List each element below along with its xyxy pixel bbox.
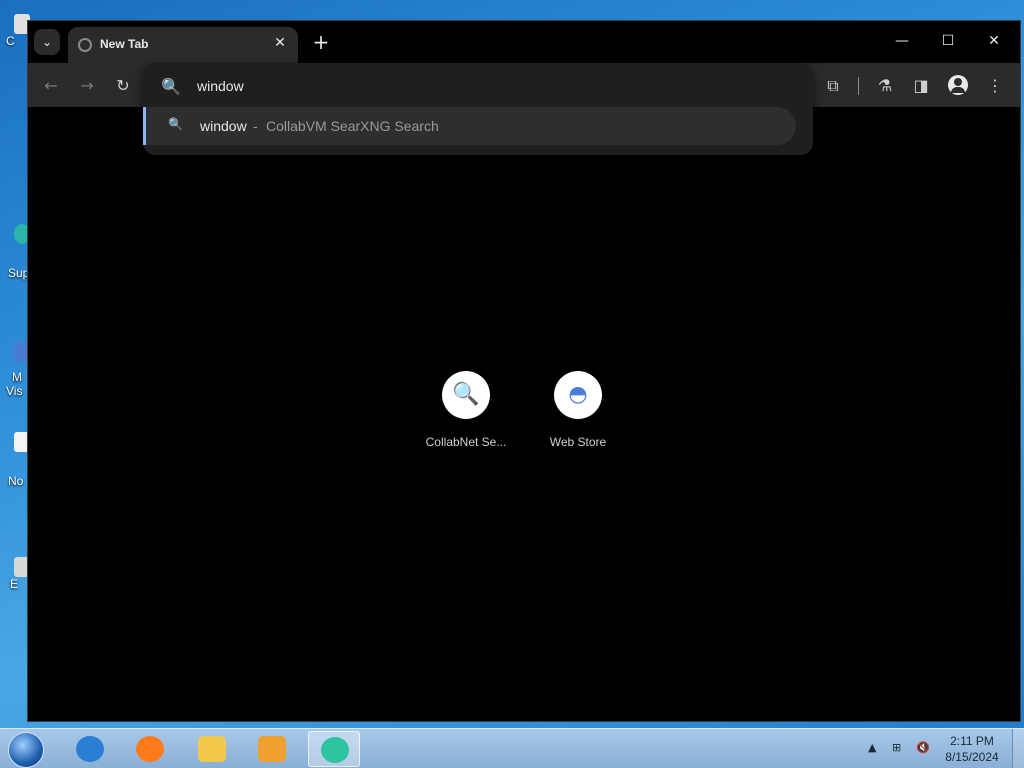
globe-icon [78,38,92,52]
desktop-icon-label: C [6,34,15,48]
shortcut-label: CollabNet Se... [425,435,507,449]
tab-new-tab[interactable]: New Tab ✕ [68,27,298,63]
browser-window: ⌄ New Tab ✕ + — ☐ ✕ ← → ↻ ⧉ ⚗ ◨ ⋮ 🔍 🔍 wi… [27,20,1021,722]
clock-date: 8/15/2024 [945,750,999,764]
start-button[interactable] [8,732,44,768]
taskbar-browser-active[interactable] [308,731,360,767]
search-icon: 🔍 [452,382,480,407]
folder-icon [198,736,226,762]
taskbar: ▲ ⊞ 🔇 2:11 PM 8/15/2024 [0,728,1024,768]
clock-time: 2:11 PM [950,734,994,748]
extensions-button[interactable]: ⧉ [820,73,846,99]
minimize-button[interactable]: — [882,27,922,55]
desktop-icon-visual[interactable]: M Vis [0,340,30,400]
web-store-icon: ◓ [568,382,588,407]
chevron-down-icon: ⌄ [41,35,53,49]
desktop-icon-label: No [8,474,24,488]
side-panel-button[interactable]: ◨ [908,73,934,99]
forward-button[interactable]: → [74,73,100,99]
toolbar-divider [858,77,859,95]
shortcut-collabnet-search[interactable]: 🔍 CollabNet Se... [411,371,521,461]
taskbar-file-explorer[interactable] [186,731,238,767]
desktop-icon-label: M [12,370,22,384]
desktop-icon-e[interactable]: E [0,555,30,595]
shortcut-tile: ◓ [554,371,602,419]
volume-muted-icon[interactable]: 🔇 [916,741,930,755]
desktop-icon-notepad[interactable]: No [0,430,30,490]
search-icon: 🔍 [161,77,181,96]
title-bar: ⌄ New Tab ✕ + — ☐ ✕ [28,21,1020,63]
omnibox-dropdown: 🔍 🔍 window - CollabVM SearXNG Search [143,63,813,155]
clock[interactable]: 2:11 PM 8/15/2024 [936,733,1008,765]
close-window-button[interactable]: ✕ [974,27,1014,55]
shortcut-web-store[interactable]: ◓ Web Store [523,371,633,461]
desktop-icon-label: Vis [6,384,23,398]
internet-explorer-icon [76,736,104,762]
maximize-button[interactable]: ☐ [928,27,968,55]
browser-icon [321,737,349,763]
profile-avatar-button[interactable] [948,75,968,95]
desktop-icon-label: E [10,577,19,591]
reload-button[interactable]: ↻ [110,73,136,99]
tab-title: New Tab [100,37,149,51]
new-tab-button[interactable]: + [308,29,334,55]
taskbar-internet-explorer[interactable] [64,731,116,767]
address-bar-input[interactable] [197,75,717,97]
labs-button[interactable]: ⚗ [872,73,898,99]
tab-close-button[interactable]: ✕ [270,33,290,53]
show-desktop-button[interactable] [1012,729,1024,768]
suggestion-separator: - [253,118,258,134]
shortcut-label: Web Store [549,435,607,449]
omnibox-suggestion[interactable]: 🔍 window - CollabVM SearXNG Search [143,107,796,145]
firefox-icon [136,736,164,762]
tab-search-button[interactable]: ⌄ [34,29,60,55]
tray-chevron-icon[interactable]: ▲ [868,741,882,755]
suggestion-description: CollabVM SearXNG Search [266,118,439,134]
media-player-icon [258,736,286,762]
desktop-icon-support[interactable]: Sup [0,222,30,282]
network-icon[interactable]: ⊞ [892,741,906,755]
menu-button[interactable]: ⋮ [982,73,1008,99]
taskbar-firefox[interactable] [124,731,176,767]
back-button[interactable]: ← [38,73,64,99]
shortcut-tile: 🔍 [442,371,490,419]
suggestion-query: window [200,118,247,134]
desktop-icon-computer[interactable]: C [0,12,30,52]
taskbar-media-player[interactable] [246,731,298,767]
search-icon: 🔍 [168,117,183,131]
